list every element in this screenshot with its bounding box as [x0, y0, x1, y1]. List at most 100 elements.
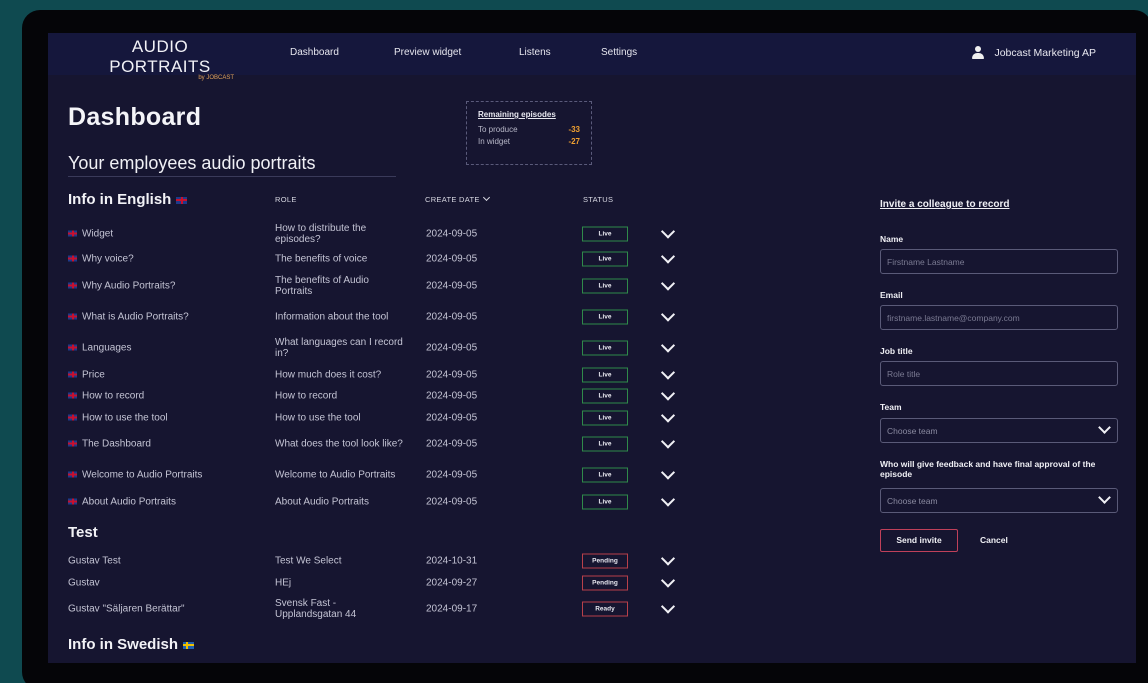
row-date: 2024-09-05: [426, 412, 478, 424]
row-name-text: How to record: [82, 390, 145, 402]
approval-label: Who will give feedback and have final ap…: [880, 459, 1096, 479]
status-badge: Pending: [582, 575, 628, 591]
table-row[interactable]: Price How much does it cost? 2024-09-05 Liv…: [68, 364, 688, 386]
table-row[interactable]: Gustav Test Test We Select 2024-10-31 Pendi…: [68, 550, 688, 572]
user-icon: [972, 46, 985, 59]
page-subtitle: Your employees audio portraits: [68, 153, 316, 173]
row-role: Test We Select: [275, 555, 342, 567]
column-role[interactable]: ROLE: [275, 195, 297, 204]
email-label: Email: [880, 290, 903, 300]
row-date: 2024-09-05: [426, 369, 478, 381]
table-row[interactable]: Widget How to distribute the episodes? 202…: [68, 223, 688, 245]
row-name-text: What is Audio Portraits?: [82, 311, 189, 323]
expand-chevron-icon[interactable]: [660, 386, 676, 401]
uk-flag-icon: [68, 255, 77, 262]
table-row[interactable]: Languages What languages can I record in?…: [68, 337, 688, 359]
section-test-title: Test: [68, 524, 98, 541]
status-badge: Live: [582, 367, 628, 383]
row-role: What languages can I record in?: [275, 337, 403, 359]
row-role: Welcome to Audio Portraits: [275, 469, 396, 481]
table-row[interactable]: Gustav "Säljaren Berättar" Svensk Fast - …: [68, 598, 688, 620]
nav-preview-widget[interactable]: Preview widget: [394, 47, 461, 58]
status-badge: Live: [582, 494, 628, 510]
row-name: Why voice?: [68, 254, 134, 265]
row-name-text: Why Audio Portraits?: [82, 280, 176, 292]
table-row[interactable]: Gustav HEj 2024-09-27 Pending: [68, 572, 688, 594]
chevron-down-icon: [1098, 421, 1111, 434]
job-title-input[interactable]: [880, 361, 1118, 386]
expand-chevron-icon[interactable]: [660, 551, 676, 566]
row-name-text: Languages: [82, 342, 132, 354]
expand-chevron-icon[interactable]: [660, 338, 676, 353]
row-name-text: Gustav "Säljaren Berättar": [68, 603, 185, 615]
table-row[interactable]: How to record How to record 2024-09-05 Live: [68, 385, 688, 407]
expand-chevron-icon[interactable]: [660, 249, 676, 264]
app-screen: AUDIO PORTRAITS by JOBCAST Dashboard Pre…: [48, 33, 1136, 663]
row-role: About Audio Portraits: [275, 496, 369, 508]
expand-chevron-icon[interactable]: [660, 365, 676, 380]
nav-dashboard[interactable]: Dashboard: [290, 47, 339, 58]
expand-chevron-icon[interactable]: [660, 434, 676, 449]
expand-chevron-icon[interactable]: [660, 492, 676, 507]
expand-chevron-icon[interactable]: [660, 276, 676, 291]
row-date: 2024-09-05: [426, 496, 478, 508]
status-badge: Live: [582, 467, 628, 483]
column-create-date[interactable]: CREATE DATE: [425, 193, 490, 204]
table-row[interactable]: Why voice? The benefits of voice 2024-09-0…: [68, 248, 688, 270]
uk-flag-icon: [176, 196, 188, 204]
table-row[interactable]: About Audio Portraits About Audio Portrai…: [68, 491, 688, 513]
table-row[interactable]: Welcome to Audio Portraits Welcome to Aud…: [68, 464, 688, 486]
team-select[interactable]: Choose team: [880, 418, 1118, 443]
subtitle-divider: [68, 176, 396, 177]
to-produce-value: -33: [568, 125, 580, 134]
status-badge: Live: [582, 251, 628, 267]
expand-chevron-icon[interactable]: [660, 465, 676, 480]
user-menu[interactable]: Jobcast Marketing AP: [972, 46, 1096, 59]
row-name-text: About Audio Portraits: [82, 496, 176, 508]
brand-logo[interactable]: AUDIO PORTRAITS by JOBCAST: [80, 37, 240, 81]
row-name: How to use the tool: [68, 413, 168, 424]
section-english-title: Info in English: [68, 191, 188, 208]
column-status[interactable]: STATUS: [583, 195, 613, 204]
status-badge: Live: [582, 226, 628, 242]
table-row[interactable]: What is Audio Portraits? Information abou…: [68, 306, 688, 328]
row-name: Languages: [68, 343, 132, 354]
top-navigation: AUDIO PORTRAITS by JOBCAST Dashboard Pre…: [48, 33, 1136, 81]
invite-title: Invite a colleague to record: [880, 199, 1010, 210]
table-row[interactable]: How to use the tool How to use the tool 20…: [68, 407, 688, 429]
expand-chevron-icon[interactable]: [660, 408, 676, 423]
row-date: 2024-09-05: [426, 311, 478, 323]
approval-select[interactable]: Choose team: [880, 488, 1118, 513]
table-row[interactable]: Why Audio Portraits? The benefits of Audi…: [68, 275, 688, 297]
status-badge: Live: [582, 340, 628, 356]
status-badge: Live: [582, 388, 628, 404]
se-flag-icon: [183, 641, 195, 649]
row-role: Svensk Fast - Upplandsgatan 44: [275, 598, 357, 620]
in-widget-label: In widget: [478, 137, 511, 146]
row-role: Information about the tool: [275, 311, 389, 323]
uk-flag-icon: [68, 414, 77, 421]
page-title: Dashboard: [68, 103, 202, 131]
row-date: 2024-09-05: [426, 469, 478, 481]
row-name-text: Gustav: [68, 577, 100, 589]
chevron-down-icon: [1098, 491, 1111, 504]
cancel-button[interactable]: Cancel: [980, 535, 1008, 545]
nav-listens[interactable]: Listens: [519, 47, 551, 58]
expand-chevron-icon[interactable]: [660, 573, 676, 588]
row-role: How to use the tool: [275, 412, 361, 424]
nav-settings[interactable]: Settings: [601, 47, 637, 58]
email-input[interactable]: [880, 305, 1118, 330]
send-invite-button[interactable]: Send invite: [880, 529, 958, 552]
expand-chevron-icon[interactable]: [660, 307, 676, 322]
table-row[interactable]: The Dashboard What does the tool look lik…: [68, 433, 688, 455]
row-name-text: Widget: [82, 228, 114, 240]
expand-chevron-icon[interactable]: [660, 599, 676, 614]
name-input[interactable]: [880, 249, 1118, 274]
row-name-text: Gustav Test: [68, 555, 121, 567]
row-name: Gustav: [68, 578, 100, 589]
uk-flag-icon: [68, 344, 77, 351]
team-label: Team: [880, 402, 902, 412]
status-badge: Live: [582, 309, 628, 325]
expand-chevron-icon[interactable]: [660, 224, 676, 239]
row-name: Why Audio Portraits?: [68, 281, 175, 292]
